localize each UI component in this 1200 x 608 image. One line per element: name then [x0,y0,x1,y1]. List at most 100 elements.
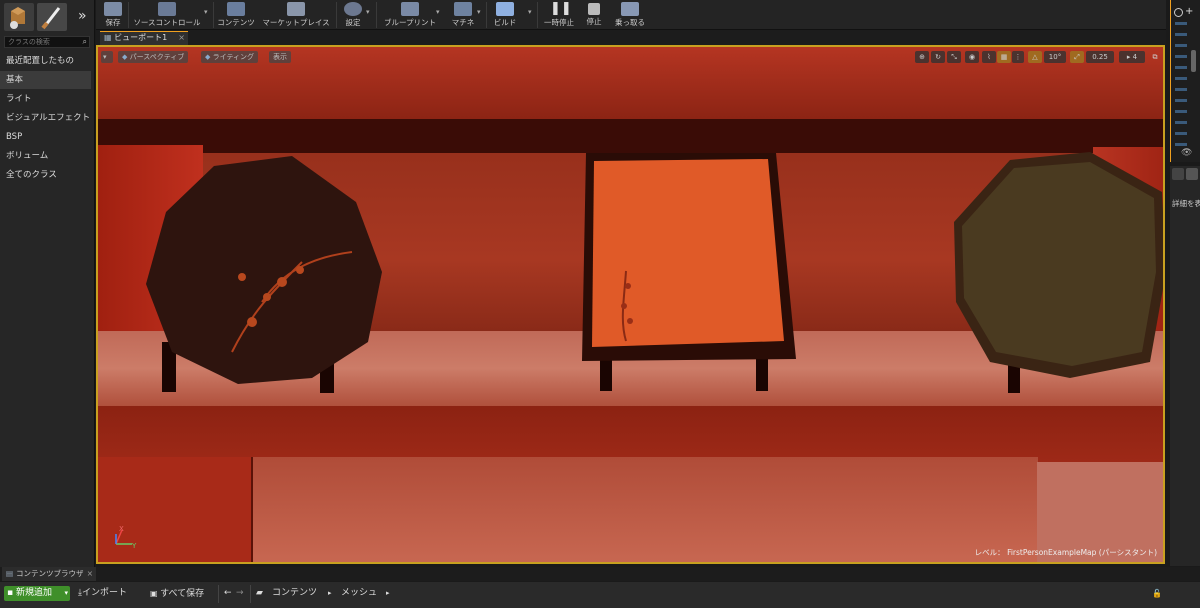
close-icon[interactable]: × [178,32,185,44]
save-icon: ▣ [150,589,161,598]
class-search-input[interactable]: クラスの検索 ⌕ [4,36,90,48]
rotation-snap-value[interactable]: 10° [1044,51,1066,63]
viewport-tab-icon: ▦ [104,33,115,42]
perspective-label: パースペクティブ [129,53,185,61]
scale-mode-icon[interactable]: ⤡ [947,51,961,63]
possess-button[interactable]: 乗っ取る [610,0,650,30]
level-label: レベル： [974,548,1005,557]
toolbar-separator [376,2,377,28]
rotate-mode-icon[interactable]: ↻ [931,51,945,63]
settings-button[interactable]: 設定 [340,0,366,30]
world-local-icon[interactable]: ◉ [965,51,979,63]
add-new-label: 新規追加 [16,588,53,598]
visibility-eye-icons[interactable] [1175,22,1187,146]
shelf-dark-strip [98,119,1163,153]
stop-button[interactable]: 停止 [582,0,606,30]
category-recent[interactable]: 最近配置したもの [0,52,91,70]
show-button[interactable]: 表示 [269,51,291,63]
lacquer-plate-right [954,152,1163,393]
source-control-button[interactable]: ソースコントロール [130,0,204,30]
toolbar-separator [336,2,337,28]
stop-icon [588,3,600,15]
breadcrumb-separator-icon[interactable]: ▸ [328,586,332,601]
search-icon: ⌕ [82,37,87,46]
viewport-tab-label: ビューポート1 [114,33,168,42]
category-bsp[interactable]: BSP [0,128,91,146]
rotation-snap-icon[interactable]: △ [1028,51,1042,63]
select-mode-icon[interactable]: ⊕ [915,51,929,63]
grid-snap-value[interactable]: ⋮ [1012,51,1024,63]
toolbar-separator [486,2,487,28]
level-viewport[interactable]: ▾ ◆ パースペクティブ ◆ ライティング 表示 ⊕ ↻ ⤡ ◉ ⌇ ▦ ⋮ △… [96,45,1165,564]
category-all-classes[interactable]: 全てのクラス [0,166,91,184]
content-grid-icon [227,2,245,16]
toolbar-separator [537,2,538,28]
toolbar-separator [128,2,129,28]
save-all-label: すべて保存 [160,589,205,599]
category-basic[interactable]: 基本 [0,71,91,89]
level-info: レベル： FirstPersonExampleMap (パーシスタント) [975,547,1157,558]
source-control-icon [158,2,176,16]
expand-modes-icon[interactable]: » [78,8,87,24]
lighting-label: ライティング [212,53,255,61]
marketplace-button[interactable]: マーケットプレイス [260,0,332,30]
blueprint-button[interactable]: ブループリント [380,0,440,30]
back-button[interactable]: ← [224,586,232,601]
save-button[interactable]: 保存 [100,0,126,30]
perspective-button[interactable]: ◆ パースペクティブ [118,51,189,63]
matinee-icon [454,2,472,16]
source-control-dropdown-icon[interactable]: ▾ [204,8,208,16]
axis-y-label: Y [131,542,137,550]
settings-dropdown-icon[interactable]: ▾ [366,8,370,16]
matinee-button[interactable]: マチネ [446,0,480,30]
content-browser-tab[interactable]: ▤ コンテンツブラウザ × [2,567,96,581]
close-icon[interactable]: × [87,567,93,581]
blueprint-dropdown-icon[interactable]: ▾ [436,8,440,16]
blueprint-icon [401,2,419,16]
forward-button[interactable]: → [236,586,244,601]
scale-snap-icon[interactable]: ⤢ [1070,51,1084,63]
save-icon [104,2,122,16]
viewport-tab[interactable]: ▦ ビューポート1 × [100,31,188,45]
paint-brush-icon [41,7,61,30]
breadcrumb-separator-icon[interactable]: ▸ [386,586,390,601]
build-cube-icon [496,2,514,16]
outliner-scrollbar[interactable] [1191,50,1196,72]
paint-mode-button[interactable] [37,3,67,31]
axis-indicator: X Y [115,525,137,550]
scale-snap-value[interactable]: 0.25 [1086,51,1114,63]
details-tab-icon[interactable] [1172,168,1184,180]
world-settings-tab-icon[interactable] [1186,168,1198,180]
world-outliner-panel: + 👁 [1170,0,1200,162]
camera-speed-button[interactable]: ▸ 4 [1119,51,1145,63]
matinee-dropdown-icon[interactable]: ▾ [477,8,481,16]
category-lights[interactable]: ライト [0,90,91,108]
content-button[interactable]: コンテンツ [216,0,256,30]
lacquer-plate-left [146,156,382,393]
arrow-left-icon: ← [224,588,232,598]
category-volumes[interactable]: ボリューム [0,147,91,165]
place-mode-button[interactable] [4,3,34,31]
build-button[interactable]: ビルド [490,0,520,30]
add-icon[interactable]: + [1185,6,1193,17]
surface-snap-icon[interactable]: ⌇ [982,51,996,63]
lock-icon[interactable]: 🔓 [1152,586,1162,601]
search-icon[interactable] [1174,8,1183,17]
marketplace-icon [287,2,305,16]
import-button[interactable]: ⤓インポート [78,586,127,601]
breadcrumb-mesh[interactable]: メッシュ [341,586,377,601]
view-options-eye-icon[interactable]: 👁 [1181,148,1192,158]
lighting-button[interactable]: ◆ ライティング [201,51,259,63]
category-visual-effects[interactable]: ビジュアルエフェクト [0,109,91,127]
plus-icon: ▪ [7,588,14,598]
save-all-button[interactable]: ▣ すべて保存 [150,586,204,601]
build-dropdown-icon[interactable]: ▾ [528,8,532,16]
class-search-placeholder: クラスの検索 [8,38,50,46]
grid-snap-icon[interactable]: ▦ [997,51,1011,63]
maximize-viewport-icon[interactable]: ⧉ [1150,51,1160,63]
lighting-icon: ◆ [205,53,213,61]
pause-button[interactable]: ❚❚ 一時停止 [540,0,578,30]
add-new-button[interactable]: ▪ 新規追加 ▾ [4,586,70,601]
viewport-options-button[interactable]: ▾ [101,51,113,63]
breadcrumb-content[interactable]: コンテンツ [272,586,317,601]
